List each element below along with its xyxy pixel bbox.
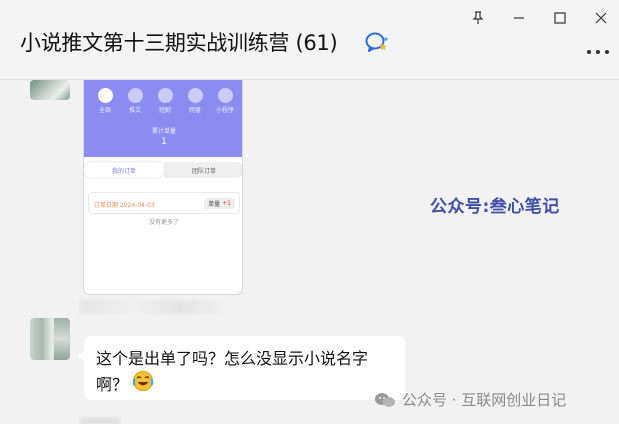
message-text-line1: 这个是出单了吗？怎么没显示小说名字 xyxy=(96,349,369,368)
avatar[interactable] xyxy=(30,318,70,360)
all-category-icon: 全部 xyxy=(92,88,118,114)
mini-program-category-icon: 小程序 xyxy=(212,88,238,114)
message-text-line2: 啊？ xyxy=(96,375,129,394)
close-icon[interactable] xyxy=(588,6,614,30)
order-date: 订单日期 2024-04-03 xyxy=(94,202,155,209)
chat-header: 小说推文第十三期实战训练营 (61) xyxy=(0,0,619,80)
next-sender-blurred xyxy=(80,417,120,424)
summary-value: 1 xyxy=(161,137,167,147)
chat-title: 小说推文第十三期实战训练营 (61) xyxy=(20,31,338,55)
image-header-panel: 全部 推文 短剧 网盘 小程序 累计单量 1 xyxy=(84,80,242,157)
no-more-text: 没有更多了 xyxy=(148,219,179,226)
summary-label: 累计单量 xyxy=(151,128,176,135)
avatar[interactable] xyxy=(30,80,70,100)
watermark-top: 公众号:叁心笔记 xyxy=(430,197,560,217)
crying-laughing-emoji-icon xyxy=(132,371,154,391)
minimize-icon[interactable] xyxy=(506,6,532,30)
text-message-bubble[interactable]: 这个是出单了吗？怎么没显示小说名字 啊？ xyxy=(78,336,405,400)
order-card: 订单日期 2024-04-03 单量 +1 xyxy=(88,192,240,214)
group-chat-icon[interactable] xyxy=(365,31,389,53)
wechat-official-account-icon xyxy=(375,392,395,407)
more-icon[interactable] xyxy=(587,48,609,56)
watermark-bottom: 公众号 · 互联网创业日记 xyxy=(374,389,566,410)
cloud-drive-category-icon: 网盘 xyxy=(182,88,208,114)
tweet-category-icon: 推文 xyxy=(122,88,148,114)
tab-my-orders: 我的订单 xyxy=(84,162,164,178)
pin-icon[interactable] xyxy=(465,6,491,30)
tab-team-orders: 团队订单 xyxy=(164,162,242,178)
short-drama-category-icon: 短剧 xyxy=(152,88,178,114)
order-tabs: 我的订单 团队订单 xyxy=(84,162,242,178)
sender-name-blurred xyxy=(80,300,220,314)
maximize-icon[interactable] xyxy=(547,6,573,30)
order-count-badge: 单量 +1 xyxy=(204,198,235,209)
image-message[interactable]: 全部 推文 短剧 网盘 小程序 累计单量 1 我的订单 团队订单 订单日期 20… xyxy=(83,80,243,295)
